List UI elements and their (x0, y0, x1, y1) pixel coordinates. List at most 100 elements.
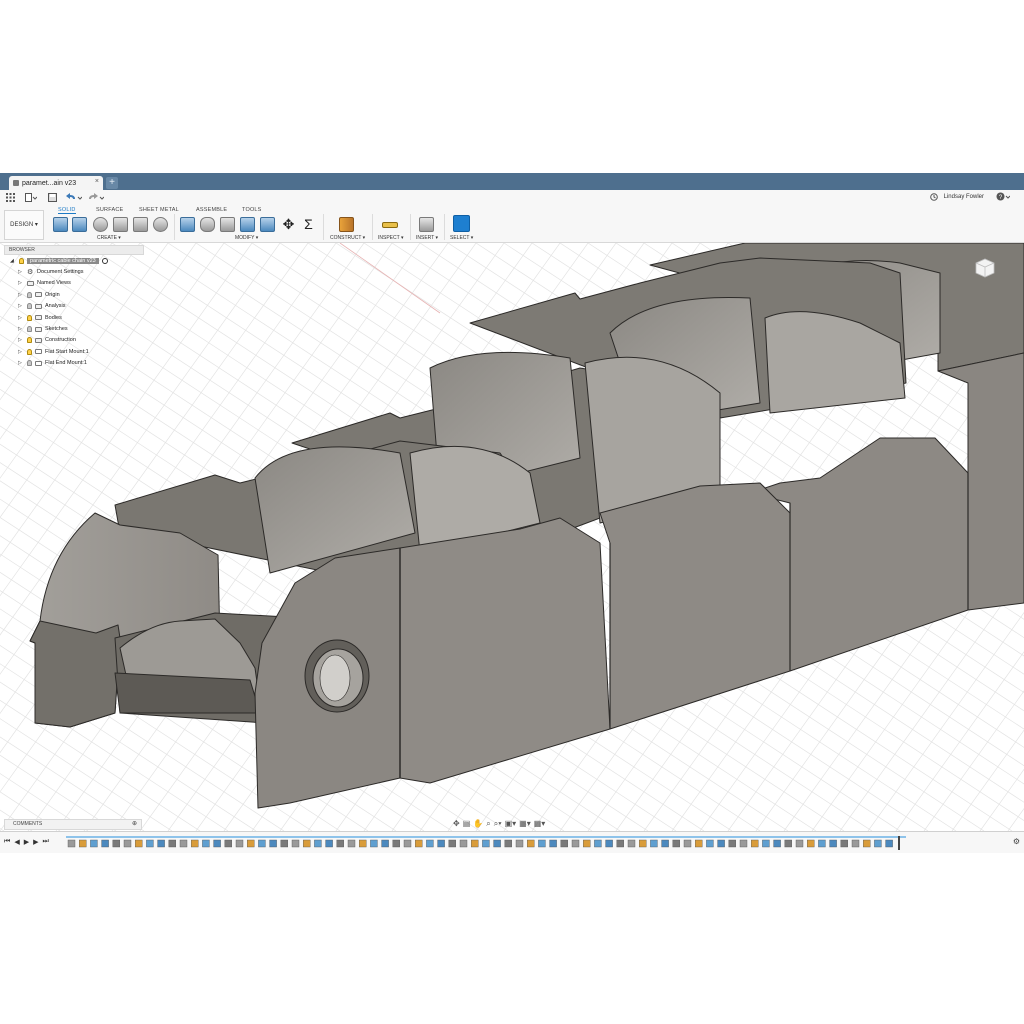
timeline-feature-icon[interactable] (134, 839, 143, 848)
browser-item-document-settings[interactable]: ▷ ⚙ Document Settings (4, 266, 144, 277)
timeline-feature-icon[interactable] (549, 839, 557, 848)
expand-right-icon[interactable]: ▷ (18, 360, 24, 366)
timeline-feature-icon[interactable] (784, 839, 792, 848)
timeline-feature-icon[interactable] (78, 839, 87, 848)
new-tab-button[interactable]: + (106, 177, 118, 189)
pattern-icon[interactable] (133, 217, 148, 232)
insert-menu[interactable]: INSERT ▾ (416, 235, 438, 241)
close-tab-icon[interactable]: × (95, 178, 99, 185)
timeline-feature-icon[interactable] (101, 839, 109, 848)
timeline-feature-icon[interactable] (157, 839, 165, 848)
timeline-feature-icon[interactable] (874, 839, 882, 848)
grid-settings-icon[interactable]: ▦▾ (519, 819, 531, 831)
look-at-icon[interactable]: ▤ (463, 819, 471, 831)
timeline-feature-icon[interactable] (672, 839, 680, 848)
timeline-feature-icon[interactable] (773, 839, 781, 848)
expand-right-icon[interactable]: ▷ (18, 303, 24, 309)
file-icon[interactable] (25, 193, 38, 203)
clock-icon[interactable] (930, 193, 938, 203)
timeline-settings-icon[interactable]: ⚙ (1013, 837, 1020, 846)
timeline-feature-icon[interactable] (291, 839, 300, 848)
visibility-bulb-icon[interactable] (19, 257, 24, 264)
timeline-feature-icon[interactable] (459, 839, 468, 848)
timeline-feature-icon[interactable] (280, 839, 289, 848)
pan-icon[interactable]: ✋ (473, 819, 483, 831)
timeline-feature-icon[interactable] (67, 839, 76, 848)
inspect-menu[interactable]: INSPECT ▾ (378, 235, 403, 241)
timeline-feature-icon[interactable] (190, 839, 199, 848)
timeline-feature-icon[interactable] (258, 839, 266, 848)
timeline-feature-icon[interactable] (751, 839, 759, 848)
timeline-feature-icon[interactable] (840, 839, 848, 848)
timeline-feature-icon[interactable] (179, 839, 188, 848)
timeline-track[interactable] (66, 836, 916, 850)
timeline-feature-icon[interactable] (415, 839, 423, 848)
timeline-feature-icon[interactable] (403, 839, 412, 848)
timeline-feature-icon[interactable] (246, 839, 255, 848)
visibility-bulb-icon[interactable] (27, 360, 32, 367)
tab-tools[interactable]: TOOLS (242, 207, 262, 213)
timeline-feature-icon[interactable] (706, 839, 714, 848)
user-name[interactable]: Lindsay Fowler (944, 194, 984, 200)
tab-surface[interactable]: SURFACE (96, 207, 123, 213)
timeline-feature-icon[interactable] (381, 839, 389, 848)
timeline-feature-icon[interactable] (605, 839, 613, 848)
create-sketch-icon[interactable] (53, 217, 68, 232)
browser-item-bodies[interactable]: ▷ Bodies (4, 312, 144, 323)
help-icon[interactable]: ? (996, 192, 1011, 203)
timeline-feature-icon[interactable] (493, 839, 501, 848)
timeline-feature-icon[interactable] (661, 839, 669, 848)
expand-right-icon[interactable]: ▷ (18, 349, 24, 355)
browser-root-item[interactable]: ◢ parametric cable chain v23 (4, 255, 144, 266)
timeline-feature-icon[interactable] (616, 839, 624, 848)
chamfer-icon[interactable] (220, 217, 235, 232)
browser-item-flat-start-mount[interactable]: ▷ Flat Start Mount:1 (4, 346, 144, 357)
browser-item-analysis[interactable]: ▷ Analysis (4, 301, 144, 312)
tab-assemble[interactable]: ASSEMBLE (196, 207, 227, 213)
save-icon[interactable] (48, 193, 57, 203)
fit-icon[interactable]: ⌕▾ (494, 819, 502, 831)
timeline-feature-icon[interactable] (829, 839, 837, 848)
redo-icon[interactable] (88, 193, 105, 203)
timeline-feature-icon[interactable] (168, 839, 177, 848)
timeline-feature-icon[interactable] (851, 839, 860, 848)
offset-plane-icon[interactable] (339, 217, 354, 232)
timeline-feature-icon[interactable] (650, 839, 658, 848)
add-comment-icon[interactable]: ⊕ (132, 820, 137, 829)
go-to-end-icon[interactable]: ⏭ (42, 838, 48, 846)
display-settings-icon[interactable]: ▣▾ (505, 819, 517, 831)
document-tab[interactable]: paramet...ain v23 × (9, 176, 103, 190)
timeline-feature-icon[interactable] (504, 839, 512, 848)
browser-item-flat-end-mount[interactable]: ▷ Flat End Mount:1 (4, 358, 144, 369)
hole-icon[interactable] (113, 217, 128, 232)
timeline-feature-icon[interactable] (359, 839, 367, 848)
move-icon[interactable]: ✥ (281, 217, 296, 232)
step-forward-icon[interactable]: ▶ (33, 838, 38, 846)
timeline-feature-icon[interactable] (202, 839, 210, 848)
timeline-feature-icon[interactable] (818, 839, 826, 848)
timeline-feature-icon[interactable] (527, 839, 535, 848)
grid-icon[interactable] (6, 193, 15, 203)
measure-icon[interactable] (382, 222, 398, 228)
timeline-feature-icon[interactable] (795, 839, 804, 848)
zoom-icon[interactable]: ⌕ (486, 819, 490, 831)
workspace-switcher-button[interactable]: DESIGN ▾ (4, 210, 44, 240)
undo-icon[interactable] (66, 193, 83, 203)
comments-panel[interactable]: COMMENTS ⊕ (4, 819, 142, 830)
timeline-feature-icon[interactable] (762, 839, 770, 848)
timeline-feature-icon[interactable] (314, 839, 322, 848)
fillet-icon[interactable] (200, 217, 215, 232)
expand-right-icon[interactable]: ▷ (18, 269, 24, 275)
timeline-feature-icon[interactable] (639, 839, 647, 848)
press-pull-icon[interactable] (180, 217, 195, 232)
timeline-feature-icon[interactable] (571, 839, 580, 848)
timeline-feature-icon[interactable] (594, 839, 602, 848)
timeline-feature-icon[interactable] (885, 839, 893, 848)
timeline-feature-icon[interactable] (627, 839, 636, 848)
timeline-feature-icon[interactable] (515, 839, 524, 848)
expand-right-icon[interactable]: ▷ (18, 292, 24, 298)
timeline-feature-icon[interactable] (302, 839, 311, 848)
browser-item-origin[interactable]: ▷ Origin (4, 289, 144, 300)
visibility-bulb-icon[interactable] (27, 326, 32, 333)
timeline-feature-icon[interactable] (583, 839, 591, 848)
